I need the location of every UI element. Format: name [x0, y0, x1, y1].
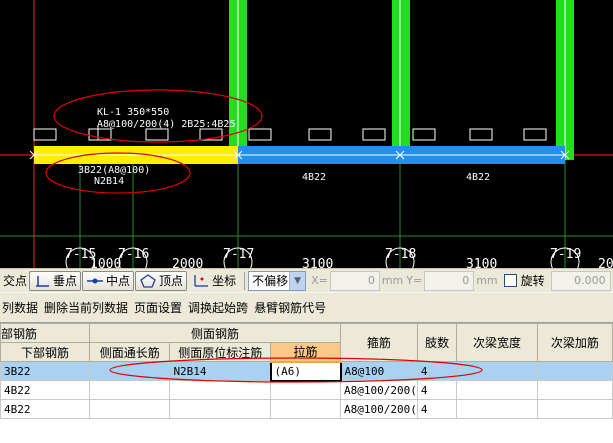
toolbar-separator	[244, 271, 246, 290]
cell-legs[interactable]: 4	[416, 361, 458, 381]
offset-mode-select[interactable]: 不偏移 ▼	[248, 270, 307, 291]
y-offset-label: Y=	[406, 274, 423, 287]
cell-tie-bar[interactable]	[270, 399, 341, 419]
vertex-snap-button[interactable]: 顶点	[135, 270, 188, 291]
chevron-down-icon[interactable]: ▼	[289, 271, 306, 290]
cell-side-through[interactable]	[88, 399, 171, 419]
pentagon-icon	[139, 273, 157, 288]
span2-bottom-rebar-label: 4B22	[302, 172, 326, 183]
column[interactable]	[392, 0, 410, 160]
col-header-secondary-beam-width[interactable]: 次梁宽度	[456, 323, 538, 362]
x-offset-label: X=	[311, 274, 328, 287]
table-row[interactable]: 4B22 A8@100/200( 4	[0, 380, 613, 400]
col-header-stirrup[interactable]: 箍筋	[340, 323, 418, 362]
span1-side-rebar-label: N2B14	[94, 176, 124, 187]
col-header-legs[interactable]: 肢数	[416, 323, 458, 362]
midpoint-snap-label: 中点	[106, 274, 131, 288]
table-row[interactable]: 4B22 A8@100/200( 4	[0, 399, 613, 419]
intersection-snap-label[interactable]: 交点	[0, 272, 29, 289]
cell-secondary-beam-width[interactable]	[456, 399, 538, 419]
rotate-angle-input[interactable]: 0.000	[550, 270, 611, 291]
offset-mode-value: 不偏移	[252, 274, 289, 288]
axis-label: 7-18	[385, 247, 416, 262]
col-header-tie-bar[interactable]: 拉筋	[270, 342, 341, 363]
span1-bottom-rebar-label: 3B22(A8@100)	[78, 165, 150, 176]
cell-tie-bar[interactable]: (A6)	[269, 360, 342, 382]
cell-bottom-rebar[interactable]: 3B22	[0, 361, 90, 381]
dimension-value: 1000	[90, 257, 121, 268]
y-offset-input[interactable]: 0	[424, 270, 475, 291]
col-header-side-origin[interactable]: 侧面原位标注筋	[169, 342, 272, 362]
midpoint-snap-button[interactable]: 中点	[82, 270, 135, 291]
coordinate-axes-icon	[192, 274, 210, 288]
cell-side-origin[interactable]	[169, 380, 272, 400]
beam-rebar-table: 部钢筋 侧面钢筋 箍筋 肢数 次梁宽度 次梁加筋 下部钢筋 侧面通长筋 侧面原位…	[0, 322, 613, 443]
col-header-secondary-beam-extra[interactable]: 次梁加筋	[536, 323, 613, 362]
coordinate-snap-button[interactable]: 坐标	[188, 271, 240, 291]
cell-bottom-rebar[interactable]: 4B22	[0, 380, 90, 400]
beam-name-annotation: KL-1 350*550	[97, 107, 169, 118]
cell-bottom-rebar[interactable]: 4B22	[0, 399, 90, 419]
midpoint-icon	[86, 274, 104, 288]
beam-stirrup-annotation: A8@100/200(4) 2B25:4B25	[97, 119, 235, 130]
perpendicular-snap-button[interactable]: 垂点	[29, 270, 82, 291]
coordinate-snap-label: 坐标	[212, 274, 237, 288]
cad-drawing-canvas[interactable]: KL-1 350*550 A8@100/200(4) 2B25:4B25 3B2…	[0, 0, 613, 268]
cell-secondary-beam-width[interactable]	[456, 361, 538, 381]
x-offset-input[interactable]: 0	[329, 270, 380, 291]
axis-label: 7-19	[550, 247, 581, 262]
cell-side-origin[interactable]: N2B14	[169, 361, 272, 381]
cell-tie-bar[interactable]	[270, 380, 341, 400]
cell-side-through[interactable]	[88, 380, 171, 400]
menu-item-page-setup[interactable]: 页面设置	[134, 299, 182, 316]
cell-stirrup[interactable]: A8@100/200(	[340, 380, 418, 400]
group-header-side-rebar: 侧面钢筋	[88, 323, 342, 343]
dimension-value: 20	[598, 257, 613, 268]
cell-secondary-beam-extra[interactable]	[536, 361, 613, 381]
dimension-value: 2000	[172, 257, 203, 268]
menu-item-column-data[interactable]: 列数据	[2, 299, 38, 316]
col-header-side-through[interactable]: 侧面通长筋	[88, 342, 171, 362]
perpendicular-snap-label: 垂点	[53, 274, 78, 288]
vertex-snap-label: 顶点	[159, 274, 184, 288]
cell-legs[interactable]: 4	[416, 380, 458, 400]
marker-boxes	[33, 128, 547, 141]
rotate-label: 旋转	[520, 274, 545, 288]
cell-secondary-beam-extra[interactable]	[536, 380, 613, 400]
cell-side-origin[interactable]	[169, 399, 272, 419]
cell-legs[interactable]: 4	[416, 399, 458, 419]
cell-secondary-beam-extra[interactable]	[536, 399, 613, 419]
menu-item-delete-column-data[interactable]: 删除当前列数据	[44, 299, 128, 316]
cell-stirrup[interactable]: A8@100/200(	[340, 399, 418, 419]
axis-label: 7-16	[118, 247, 149, 262]
x-offset-unit: mm	[381, 274, 404, 287]
cell-stirrup[interactable]: A8@100	[340, 361, 418, 381]
col-header-bottom-rebar[interactable]: 下部钢筋	[0, 342, 90, 362]
group-header-bottom-rebar: 部钢筋	[0, 323, 90, 343]
menu-item-cantilever-rebar-code[interactable]: 悬臂钢筋代号	[254, 299, 326, 316]
beam-elevation-drawing: KL-1 350*550 A8@100/200(4) 2B25:4B25 3B2…	[0, 0, 613, 268]
span3-bottom-rebar-label: 4B22	[466, 172, 490, 183]
rotate-checkbox[interactable]	[503, 274, 517, 287]
table-menu-bar: 列数据 删除当前列数据 页面设置 调换起始跨 悬臂钢筋代号	[0, 292, 613, 322]
menu-item-swap-start-span[interactable]: 调换起始跨	[188, 299, 248, 316]
snap-toolbar: 交点 垂点 中点 顶点 坐标 不偏移 ▼ X= 0 mm Y= 0 mm 旋转 …	[0, 268, 613, 292]
dimension-value: 3100	[466, 257, 497, 268]
table-row[interactable]: 3B22 N2B14 (A6) A8@100 4	[0, 360, 613, 382]
axis-label: 7-17	[223, 247, 254, 262]
cell-secondary-beam-width[interactable]	[456, 380, 538, 400]
cell-side-through[interactable]	[88, 361, 171, 381]
perpendicular-icon	[33, 274, 51, 288]
dimension-value: 3100	[302, 257, 333, 268]
y-offset-unit: mm	[476, 274, 498, 287]
